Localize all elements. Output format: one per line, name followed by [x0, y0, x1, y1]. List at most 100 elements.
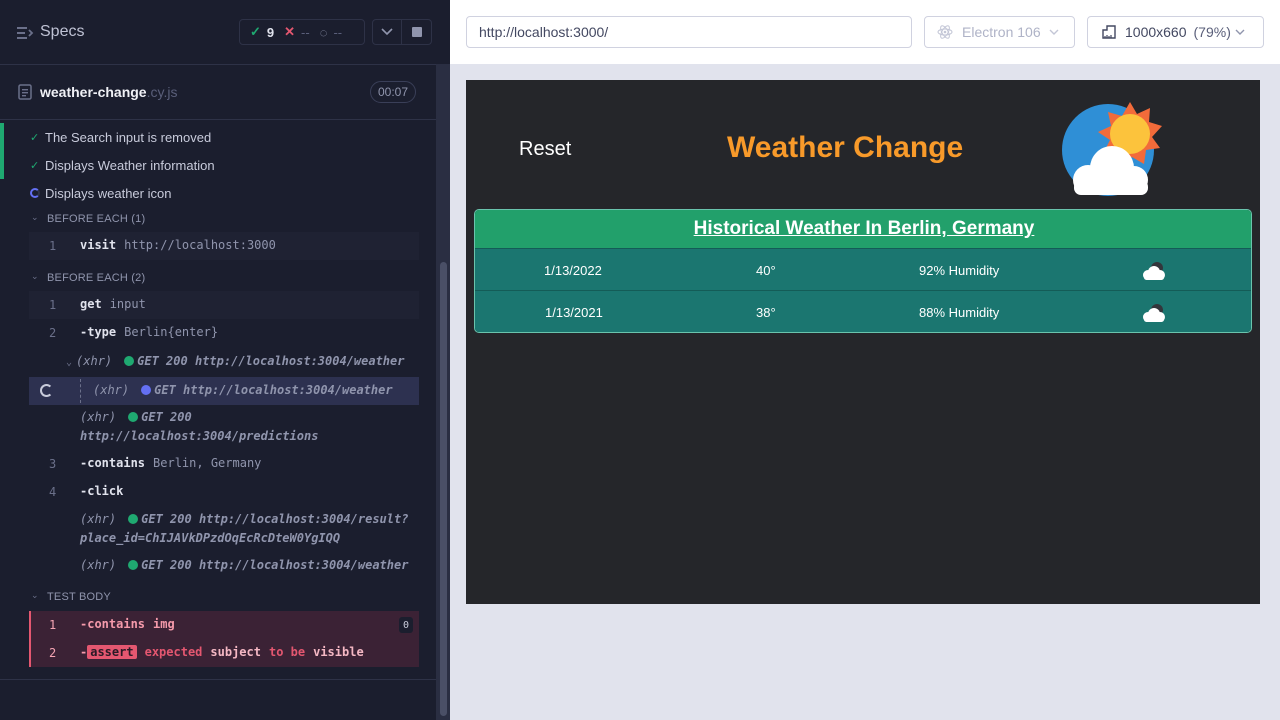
command-row[interactable]: 1 get input [29, 291, 419, 319]
xhr-log[interactable]: (xhr) GET 200 http://localhost:3004/resul… [80, 510, 408, 548]
command-name: visit http://localhost:3000 [80, 238, 276, 252]
test-title: Displays Weather information [45, 157, 215, 173]
partly-cloudy-night-icon [1143, 262, 1165, 280]
reporter-runnables[interactable]: weather-change.cy.js 00:07 ✓ The Search … [0, 64, 436, 680]
date-cell: 1/13/2021 [545, 305, 603, 320]
xhr-url: http://localhost:3004/weather [183, 383, 393, 397]
hook-before-each-2[interactable]: ⌄ BEFORE EACH (2) [0, 269, 436, 289]
aut-header: http://localhost:3000/ Electron 106 1000… [450, 0, 1280, 64]
command-name-text: visit [80, 238, 117, 252]
weather-history-table: Historical Weather In Berlin, Germany 1/… [474, 209, 1252, 333]
xhr-method: GET [154, 383, 176, 397]
electron-icon [937, 25, 953, 39]
running-spinner-icon [30, 188, 40, 198]
command-row[interactable]: 1 visit http://localhost:3000 [29, 232, 419, 260]
viewport-selector[interactable]: 1000x660 (79%) [1087, 16, 1264, 48]
expand-button[interactable] [372, 19, 402, 45]
command-number: 4 [49, 485, 57, 499]
command-name-text: -type [80, 325, 117, 339]
loading-spinner-icon [40, 384, 53, 397]
document-icon [18, 84, 32, 100]
table-row: 1/13/2021 38° 88% Humidity [475, 290, 1251, 332]
xhr-log[interactable]: (xhr) GET 200 http://localhost:3004/predi… [80, 408, 318, 446]
check-icon: ✓ [30, 131, 40, 144]
humidity-cell: 92% Humidity [919, 263, 1000, 278]
viewport-size: 1000x660 [1125, 24, 1187, 40]
chevron-down-icon [1235, 29, 1245, 35]
assert-message: - assert expected subject to be visible [80, 645, 364, 659]
spec-file-basename: weather-change [40, 84, 147, 100]
command-row[interactable]: 3 -contains Berlin, Germany [29, 450, 419, 478]
browser-selector[interactable]: Electron 106 [924, 16, 1075, 48]
command-name-text: get [80, 297, 102, 311]
spec-file-name: weather-change.cy.js [40, 84, 177, 100]
app-title: Weather Change [727, 131, 964, 164]
command-number: 1 [49, 618, 57, 632]
aut-panel: http://localhost:3000/ Electron 106 1000… [450, 0, 1280, 720]
command-row-error[interactable]: 1 -contains img 0 [29, 611, 419, 639]
xhr-log-active[interactable]: (xhr) GET http://localhost:3004/weather [29, 377, 419, 405]
assert-word: visible [313, 645, 364, 659]
url-field[interactable]: http://localhost:3000/ [466, 16, 912, 48]
xhr-log[interactable]: (xhr) GET 200 http://localhost:3004/weath… [80, 556, 408, 575]
chevron-down-icon: ⌄ [31, 212, 39, 222]
table-title[interactable]: Historical Weather In Berlin, Germany [694, 218, 1035, 240]
command-name: -click [80, 484, 124, 498]
xhr-url: http://localhost:3004/predictions [80, 429, 319, 443]
xhr-url: http://localhost:3004/weather [198, 558, 409, 572]
specs-label[interactable]: Specs [40, 23, 84, 41]
test-item[interactable]: ✓ Displays Weather information [0, 151, 436, 179]
command-name-text: -contains [80, 617, 146, 631]
command-name-text: -contains [80, 456, 146, 470]
check-icon: ✓ [30, 159, 40, 172]
xhr-method: GET 200 [141, 558, 192, 572]
command-row[interactable]: 4 -click [29, 478, 419, 506]
reporter-header: Specs ✓ 9 ✕ -- ◌ -- [0, 0, 450, 64]
command-number: 2 [49, 646, 57, 660]
viewport-zoom: (79%) [1193, 24, 1231, 40]
command-row[interactable]: 2 -type Berlin{enter} [29, 319, 419, 347]
temperature-cell: 38° [756, 305, 776, 320]
xhr-label: (xhr) [76, 354, 113, 368]
command-arg: http://localhost:3000 [124, 238, 276, 252]
reporter-panel: Specs ✓ 9 ✕ -- ◌ -- weather-change.cy.js… [0, 0, 450, 720]
passed-stat: ✓ 9 [250, 24, 274, 40]
test-title: The Search input is removed [45, 129, 212, 145]
reset-button[interactable]: Reset [519, 138, 571, 161]
pending-count: -- [333, 24, 343, 40]
assert-badge: assert [87, 645, 137, 659]
command-number: 1 [49, 239, 57, 253]
xhr-log[interactable]: ⌄ (xhr) GET 200 http://localhost:3004/weat… [66, 352, 404, 372]
pending-dot-icon [141, 385, 152, 395]
partly-cloudy-night-icon [1143, 304, 1165, 322]
nest-line [80, 379, 81, 403]
stop-button[interactable] [402, 19, 432, 45]
command-row-error[interactable]: 2 - assert expected subject to be visible [29, 639, 419, 667]
failed-stat: ✕ -- [284, 24, 310, 40]
chevron-down-icon [381, 28, 393, 36]
hook-test-body[interactable]: ⌄ TEST BODY [0, 588, 436, 608]
assert-word: to be [268, 645, 306, 659]
element-count-badge: 0 [399, 617, 413, 633]
spec-file-header: weather-change.cy.js 00:07 [0, 65, 436, 120]
xhr-label: (xhr) [80, 558, 117, 572]
specs-list-icon[interactable] [16, 24, 34, 42]
app-preview: Reset Weather Change Historical Weather … [466, 80, 1260, 604]
chevron-down-icon: ⌄ [66, 357, 73, 368]
reporter-scrollbar-thumb[interactable] [440, 262, 447, 716]
hook-before-each-1[interactable]: ⌄ BEFORE EACH (1) [0, 210, 436, 230]
command-name: -contains Berlin, Germany [80, 456, 261, 470]
xhr-method: GET 200 [137, 354, 188, 368]
xhr-method: GET 200 [141, 410, 192, 424]
status-dot-icon [128, 560, 139, 570]
temperature-cell: 40° [756, 263, 776, 278]
command-number: 1 [49, 298, 57, 312]
pending-spinner-icon: ◌ [319, 24, 328, 40]
command-arg: Berlin{enter} [124, 325, 219, 339]
xhr-method: GET 200 [141, 512, 192, 526]
spec-file-ext: .cy.js [146, 84, 178, 100]
run-duration: 00:07 [370, 81, 417, 103]
stop-icon [411, 27, 422, 37]
test-item[interactable]: ✓ The Search input is removed [0, 123, 436, 151]
test-item-running[interactable]: Displays weather icon [0, 179, 436, 207]
